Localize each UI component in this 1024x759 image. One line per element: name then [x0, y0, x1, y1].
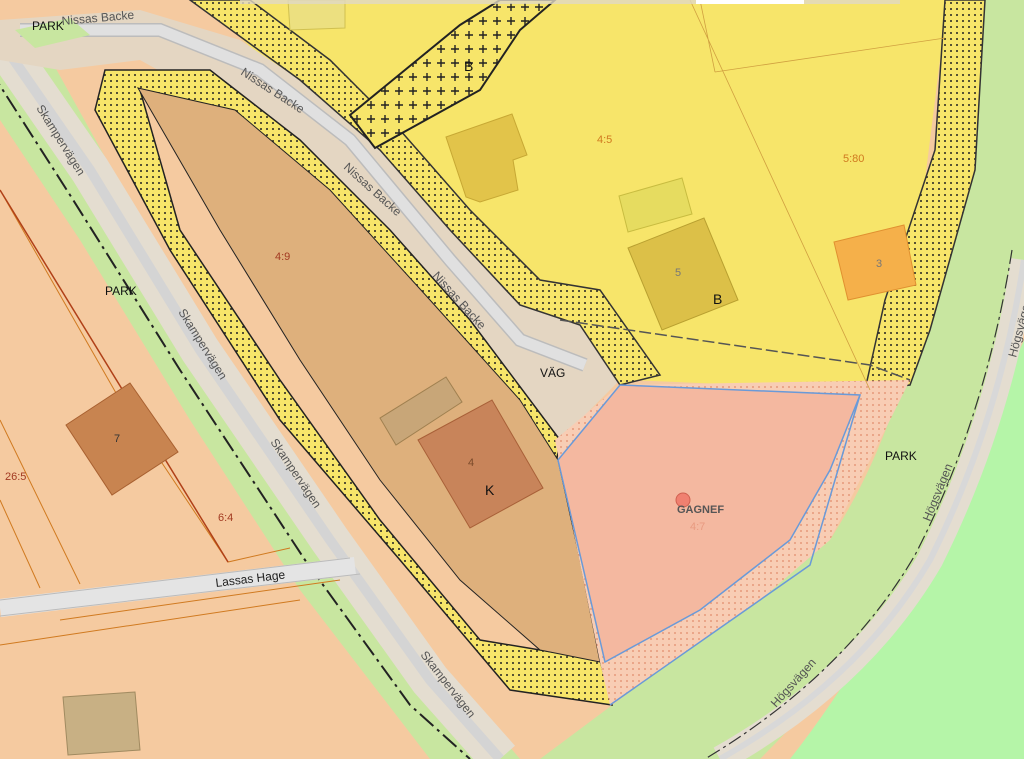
label-zone-k: K: [485, 482, 495, 498]
parcel-4-7: 4:7: [690, 521, 705, 533]
label-zone-b-top: B: [464, 58, 473, 74]
parcel-4-5: 4:5: [597, 134, 612, 146]
map-canvas[interactable]: PARK PARK PARK B B K VÄG Nissas Backe Ni…: [0, 0, 1024, 759]
label-park-left: PARK: [105, 284, 137, 298]
label-zone-b-main: B: [713, 291, 722, 307]
building-top-small: [287, 0, 346, 31]
building-number-7: 7: [114, 433, 120, 445]
label-vag: VÄG: [540, 366, 565, 380]
place-label-gagnef[interactable]: GAGNEF: [677, 504, 724, 516]
parcel-5-80: 5:80: [843, 153, 864, 165]
building-number-5: 5: [675, 267, 681, 279]
label-park-top-left: PARK: [32, 19, 64, 33]
building-bottom-left: [62, 691, 141, 756]
building-number-3: 3: [876, 258, 882, 270]
parcel-26-5: 26:5: [5, 471, 26, 483]
label-park-right: PARK: [885, 449, 917, 463]
parcel-4-9: 4:9: [275, 251, 290, 263]
parcel-6-4: 6:4: [218, 512, 233, 524]
building-number-4: 4: [468, 457, 474, 469]
